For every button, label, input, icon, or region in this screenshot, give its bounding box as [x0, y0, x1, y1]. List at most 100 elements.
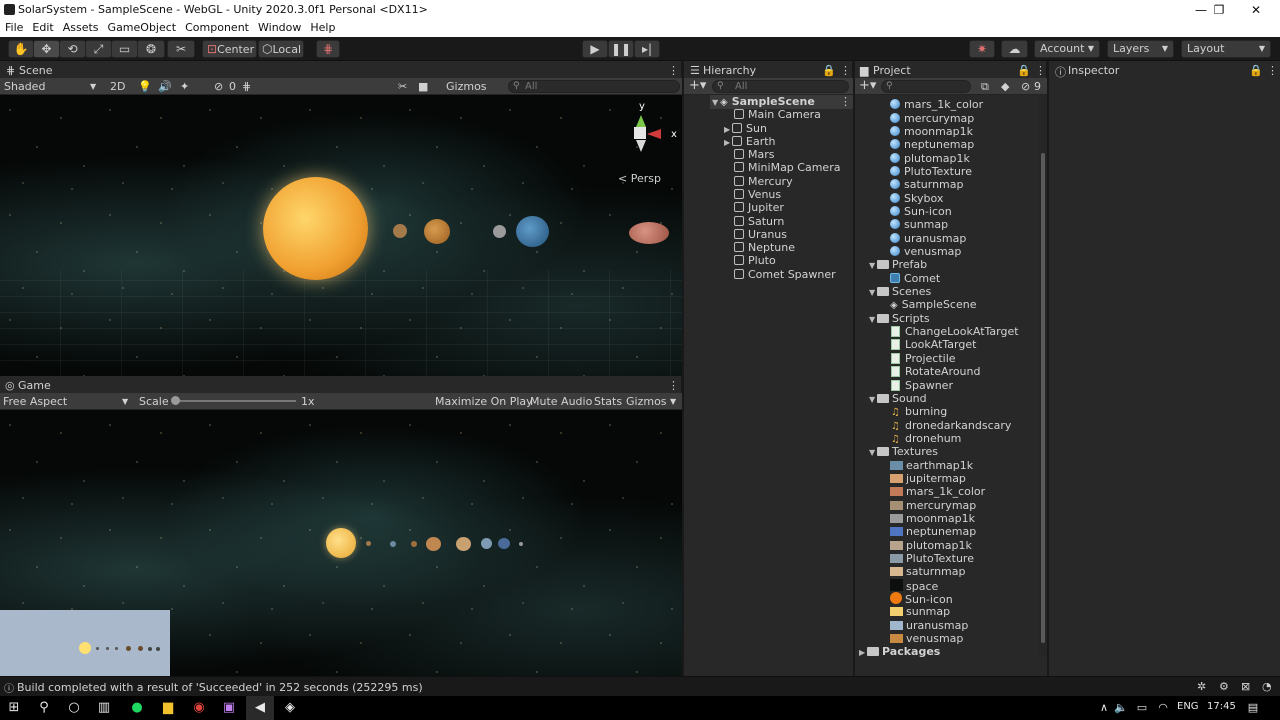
hand-tool-button[interactable]: ✋ [8, 40, 34, 58]
create-asset-button[interactable]: +▾ [859, 78, 876, 93]
material-mercurymap[interactable]: mercurymap [890, 112, 974, 125]
hierarchy-item-sun[interactable]: ▶ Sun [724, 122, 767, 135]
orientation-gizmo[interactable]: y x [616, 101, 677, 163]
venus-object[interactable] [424, 219, 450, 244]
spotify-icon[interactable]: ● [129, 700, 145, 716]
folder-prefab[interactable]: ▼ Prefab [869, 258, 927, 271]
kebab-menu-icon[interactable]: ⋮ [1035, 64, 1046, 77]
project-scrollbar[interactable] [1039, 95, 1047, 657]
hierarchy-item-uranus[interactable]: Uranus [734, 228, 787, 241]
rotate-tool-button[interactable]: ⟲ [59, 40, 86, 58]
close-button[interactable]: ✕ [1238, 0, 1274, 20]
menu-component[interactable]: Component [180, 20, 253, 34]
hierarchy-item-comet-spawner[interactable]: Comet Spawner [734, 268, 836, 281]
speaker-icon[interactable]: 🔈 [1113, 700, 1129, 716]
folder-scenes[interactable]: ▼ Scenes [869, 285, 931, 298]
script-changelookattarget[interactable]: ChangeLookAtTarget [891, 325, 1019, 338]
add-object-button[interactable]: +▾ [689, 78, 706, 93]
unity-taskbar-button[interactable]: ◀ [246, 696, 274, 720]
custom-tool-button[interactable]: ✂ [167, 40, 195, 58]
camera-icon[interactable]: ■ [418, 80, 428, 93]
lock-icon[interactable]: 🔒 [1249, 64, 1263, 77]
rect-tool-button[interactable]: ▭ [111, 40, 138, 58]
game-gizmos-dropdown[interactable]: Gizmos [626, 395, 667, 408]
script-projectile[interactable]: Projectile [891, 352, 956, 365]
project-tab[interactable]: Project [873, 64, 911, 77]
texture-earthmap1k[interactable]: earthmap1k [890, 459, 973, 472]
material-moonmap1k[interactable]: moonmap1k [890, 125, 973, 138]
script-lookattarget[interactable]: LookAtTarget [891, 338, 976, 351]
mercury-object[interactable] [393, 224, 407, 238]
hierarchy-search-input[interactable]: ⚲ All [712, 80, 849, 93]
texture-saturnmap[interactable]: saturnmap [890, 565, 966, 578]
kebab-menu-icon[interactable]: ⋮ [840, 64, 851, 77]
scene-viewport[interactable]: y x < Persp [0, 95, 682, 376]
menu-help[interactable]: Help [305, 20, 339, 34]
pivot-local-button[interactable]: ⬡Local [258, 40, 304, 58]
windows-start-icon[interactable]: ⊞ [6, 700, 22, 716]
audio-burning[interactable]: ♫ burning [891, 405, 947, 418]
material-skybox[interactable]: Skybox [890, 192, 943, 205]
material-saturnmap[interactable]: saturnmap [890, 178, 964, 191]
step-button[interactable]: ▸| [634, 40, 660, 58]
hierarchy-item-neptune[interactable]: Neptune [734, 241, 795, 254]
aspect-dropdown[interactable]: Free Aspect [3, 395, 67, 408]
texture-plutomap1k[interactable]: plutomap1k [890, 539, 972, 552]
hierarchy-item-minimap-camera[interactable]: MiniMap Camera [734, 161, 840, 174]
kebab-menu-icon[interactable]: ⋮ [668, 379, 679, 392]
scene-asset-samplescene[interactable]: ◈ SampleScene [890, 298, 977, 311]
task-view-icon[interactable]: ▥ [96, 700, 112, 716]
hierarchy-item-pluto[interactable]: Pluto [734, 254, 776, 267]
wifi-icon[interactable]: ◠ [1155, 700, 1171, 716]
maximize-button[interactable]: ❐ [1201, 0, 1237, 20]
transform-tool-button[interactable]: ❂ [137, 40, 165, 58]
kebab-menu-icon[interactable]: ⋮ [840, 95, 851, 108]
texture-sun-icon[interactable]: Sun-icon [890, 592, 953, 606]
cloud-button[interactable]: ☁ [1001, 40, 1028, 58]
gizmo-x-axis[interactable] [647, 129, 661, 139]
scene-search-input[interactable]: ⚲ All [508, 80, 680, 93]
scene-tab[interactable]: Scene [19, 64, 53, 77]
play-button[interactable]: ▶ [582, 40, 608, 58]
notifications-icon[interactable]: ▤ [1245, 700, 1261, 716]
mars-object[interactable] [629, 222, 669, 244]
hierarchy-item-jupiter[interactable]: Jupiter [734, 201, 784, 214]
2d-toggle[interactable]: 2D [110, 80, 125, 93]
menu-gameobject[interactable]: GameObject [103, 20, 181, 34]
layout-dropdown[interactable]: Layout ▼ [1181, 40, 1271, 58]
hierarchy-item-mercury[interactable]: Mercury [734, 175, 793, 188]
layers-dropdown[interactable]: Layers ▼ [1107, 40, 1174, 58]
mute-audio-toggle[interactable]: Mute Audio [530, 395, 592, 408]
script-spawner[interactable]: Spawner [891, 379, 953, 392]
lighting-icon[interactable]: 💡 [138, 80, 152, 93]
progress-icon[interactable]: ◔ [1262, 680, 1272, 693]
unity-hub-icon[interactable]: ◈ [282, 700, 298, 716]
lock-icon[interactable]: 🔒 [822, 64, 836, 77]
stats-toggle[interactable]: Stats [594, 395, 622, 408]
texture-mercurymap[interactable]: mercurymap [890, 499, 976, 512]
scene-root-item[interactable]: ▼ ◈ SampleScene [712, 95, 815, 108]
clock[interactable]: 17:45 [1207, 701, 1236, 712]
game-viewport[interactable] [0, 410, 682, 676]
texture-mars-1k-color[interactable]: mars_1k_color [890, 485, 985, 498]
audio-dronedarkandscary[interactable]: ♫ dronedarkandscary [891, 419, 1011, 432]
folder-packages[interactable]: ▶ Packages [859, 645, 940, 657]
maximize-on-play-toggle[interactable]: Maximize On Play [435, 395, 533, 408]
scale-slider-handle[interactable] [171, 396, 180, 405]
audio-icon[interactable]: 🔊 [158, 80, 172, 93]
rider-icon[interactable]: ▣ [221, 700, 237, 716]
gizmo-z-axis[interactable] [636, 140, 646, 152]
menu-window[interactable]: Window [253, 20, 305, 34]
pivot-center-button[interactable]: ⊡Center [202, 40, 257, 58]
effects-icon[interactable]: ✦ [180, 80, 189, 93]
script-rotatearound[interactable]: RotateAround [891, 365, 980, 378]
texture-venusmap[interactable]: venusmap [890, 632, 963, 645]
hierarchy-item-main-camera[interactable]: Main Camera [734, 108, 821, 121]
folder-textures[interactable]: ▼ Textures [869, 445, 938, 458]
account-dropdown[interactable]: Account ▼ [1034, 40, 1100, 58]
game-tab[interactable]: Game [18, 379, 51, 392]
sun-object[interactable] [263, 177, 368, 280]
lock-icon[interactable]: 🔒 [1017, 64, 1031, 77]
material-uranusmap[interactable]: uranusmap [890, 232, 966, 245]
hierarchy-item-earth[interactable]: ▶ Earth [724, 135, 776, 148]
